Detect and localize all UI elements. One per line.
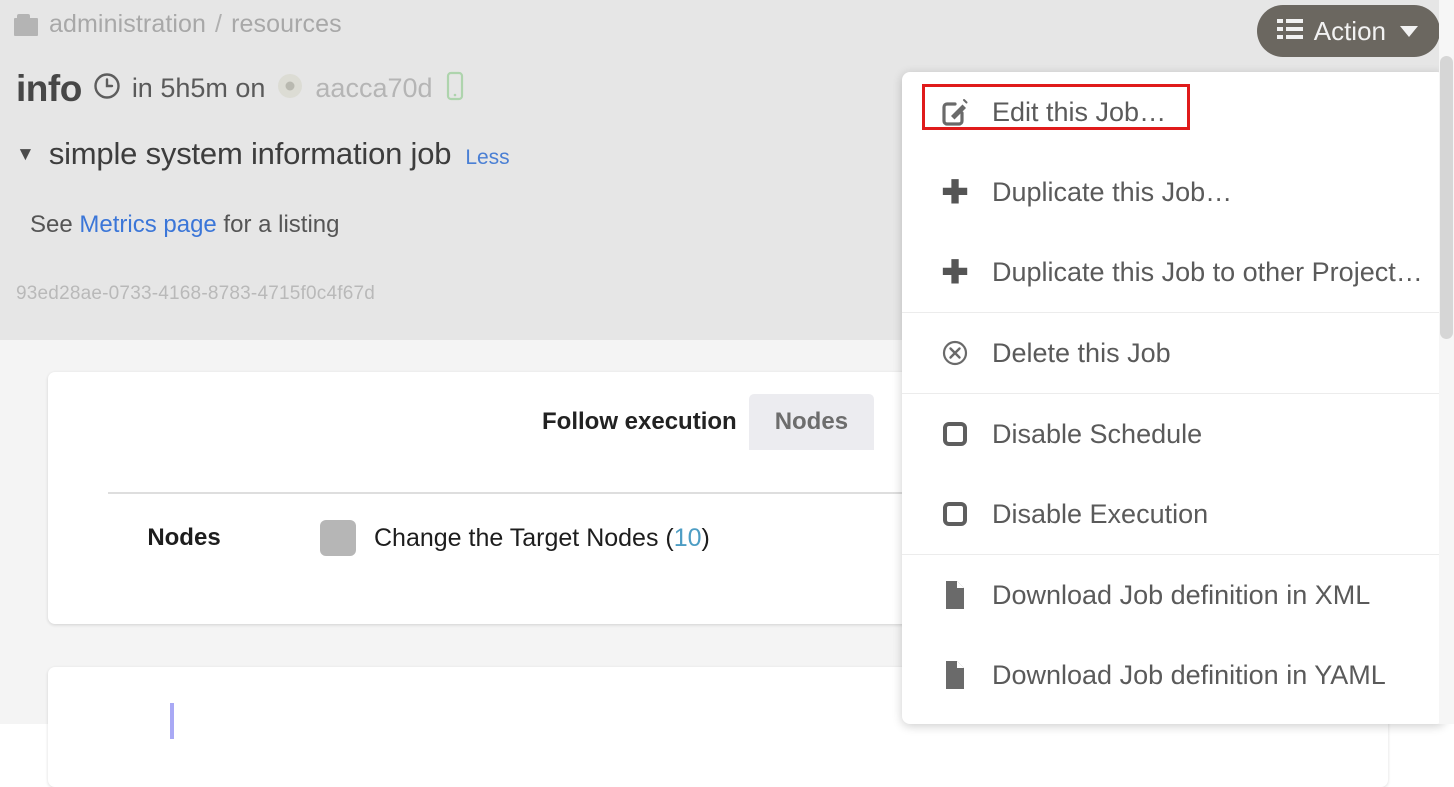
- schedule-text: in 5h5m on: [132, 73, 266, 104]
- menu-item-disable-execution[interactable]: Disable Execution: [902, 474, 1445, 554]
- log-level-label: info: [16, 70, 82, 107]
- menu-item-edit-job[interactable]: Edit this Job…: [902, 72, 1445, 152]
- job-description: See Metrics page for a listing: [30, 211, 339, 239]
- node-swatch-icon: [320, 520, 356, 556]
- nodes-row-label: Nodes: [48, 524, 320, 552]
- nodes-link-prefix: Change the Target Nodes (: [374, 524, 674, 552]
- menu-item-label: Disable Execution: [992, 499, 1208, 530]
- breadcrumb-project[interactable]: administration: [49, 10, 206, 39]
- metrics-page-link[interactable]: Metrics page: [79, 211, 216, 238]
- action-button-label: Action: [1314, 16, 1386, 47]
- vertical-scrollbar-track[interactable]: [1439, 0, 1454, 724]
- list-icon: [1277, 16, 1303, 47]
- nodes-count: 10: [674, 524, 702, 552]
- job-title-row: ▼ simple system information job Less: [16, 136, 510, 172]
- folder-icon: [14, 14, 40, 36]
- file-icon: [940, 660, 970, 690]
- vertical-scrollbar-thumb[interactable]: [1440, 56, 1453, 339]
- menu-item-label: Disable Schedule: [992, 419, 1202, 450]
- menu-item-duplicate-job[interactable]: ✚ Duplicate this Job…: [902, 152, 1445, 232]
- text-cursor-indicator: [170, 703, 174, 739]
- job-name-label: simple system information job: [49, 136, 452, 172]
- mobile-icon: [444, 71, 466, 106]
- menu-item-label: Edit this Job…: [992, 97, 1166, 128]
- menu-item-disable-schedule[interactable]: Disable Schedule: [902, 394, 1445, 474]
- chevron-down-icon: [1400, 26, 1418, 37]
- description-suffix: for a listing: [217, 211, 340, 238]
- job-uuid-label: 93ed28ae-0733-4168-8783-4715f0c4f67d: [16, 283, 375, 305]
- menu-item-label: Download Job definition in YAML: [992, 660, 1386, 691]
- job-status-row: info in 5h5m on aacca70d: [16, 70, 466, 107]
- menu-item-download-yaml[interactable]: Download Job definition in YAML: [902, 635, 1445, 715]
- plus-icon: ✚: [940, 176, 970, 208]
- clock-icon: [93, 72, 121, 105]
- tab-nodes[interactable]: Nodes: [749, 394, 874, 450]
- square-outline-icon: [940, 421, 970, 447]
- circle-dot-icon: [276, 72, 304, 105]
- description-prefix: See: [30, 211, 79, 238]
- menu-item-label: Delete this Job: [992, 338, 1171, 369]
- action-button[interactable]: Action: [1257, 5, 1440, 57]
- action-dropdown-menu: Edit this Job… ✚ Duplicate this Job… ✚ D…: [902, 72, 1445, 724]
- menu-item-label: Download Job definition in XML: [992, 580, 1370, 611]
- breadcrumb-group[interactable]: resources: [231, 10, 342, 39]
- breadcrumb[interactable]: administration / resources: [14, 10, 342, 39]
- square-outline-icon: [940, 501, 970, 527]
- menu-item-duplicate-job-other-project[interactable]: ✚ Duplicate this Job to other Project…: [902, 232, 1445, 312]
- breadcrumb-separator: /: [215, 10, 222, 39]
- less-toggle-link[interactable]: Less: [465, 146, 509, 170]
- menu-item-download-xml[interactable]: Download Job definition in XML: [902, 555, 1445, 635]
- edit-square-icon: [940, 98, 970, 126]
- menu-item-label: Duplicate this Job…: [992, 177, 1232, 208]
- change-target-nodes-link[interactable]: Change the Target Nodes (10): [374, 524, 710, 553]
- node-name-label[interactable]: aacca70d: [315, 73, 432, 104]
- delete-circle-x-icon: [940, 339, 970, 367]
- menu-item-delete-job[interactable]: Delete this Job: [902, 313, 1445, 393]
- collapse-caret-icon[interactable]: ▼: [16, 145, 35, 164]
- nodes-link-suffix: ): [702, 524, 710, 552]
- plus-icon: ✚: [940, 256, 970, 288]
- file-icon: [940, 580, 970, 610]
- menu-item-label: Duplicate this Job to other Project…: [992, 257, 1423, 288]
- page-root: administration / resources info in 5h5m …: [0, 0, 1454, 724]
- follow-execution-label: Follow execution: [542, 408, 737, 436]
